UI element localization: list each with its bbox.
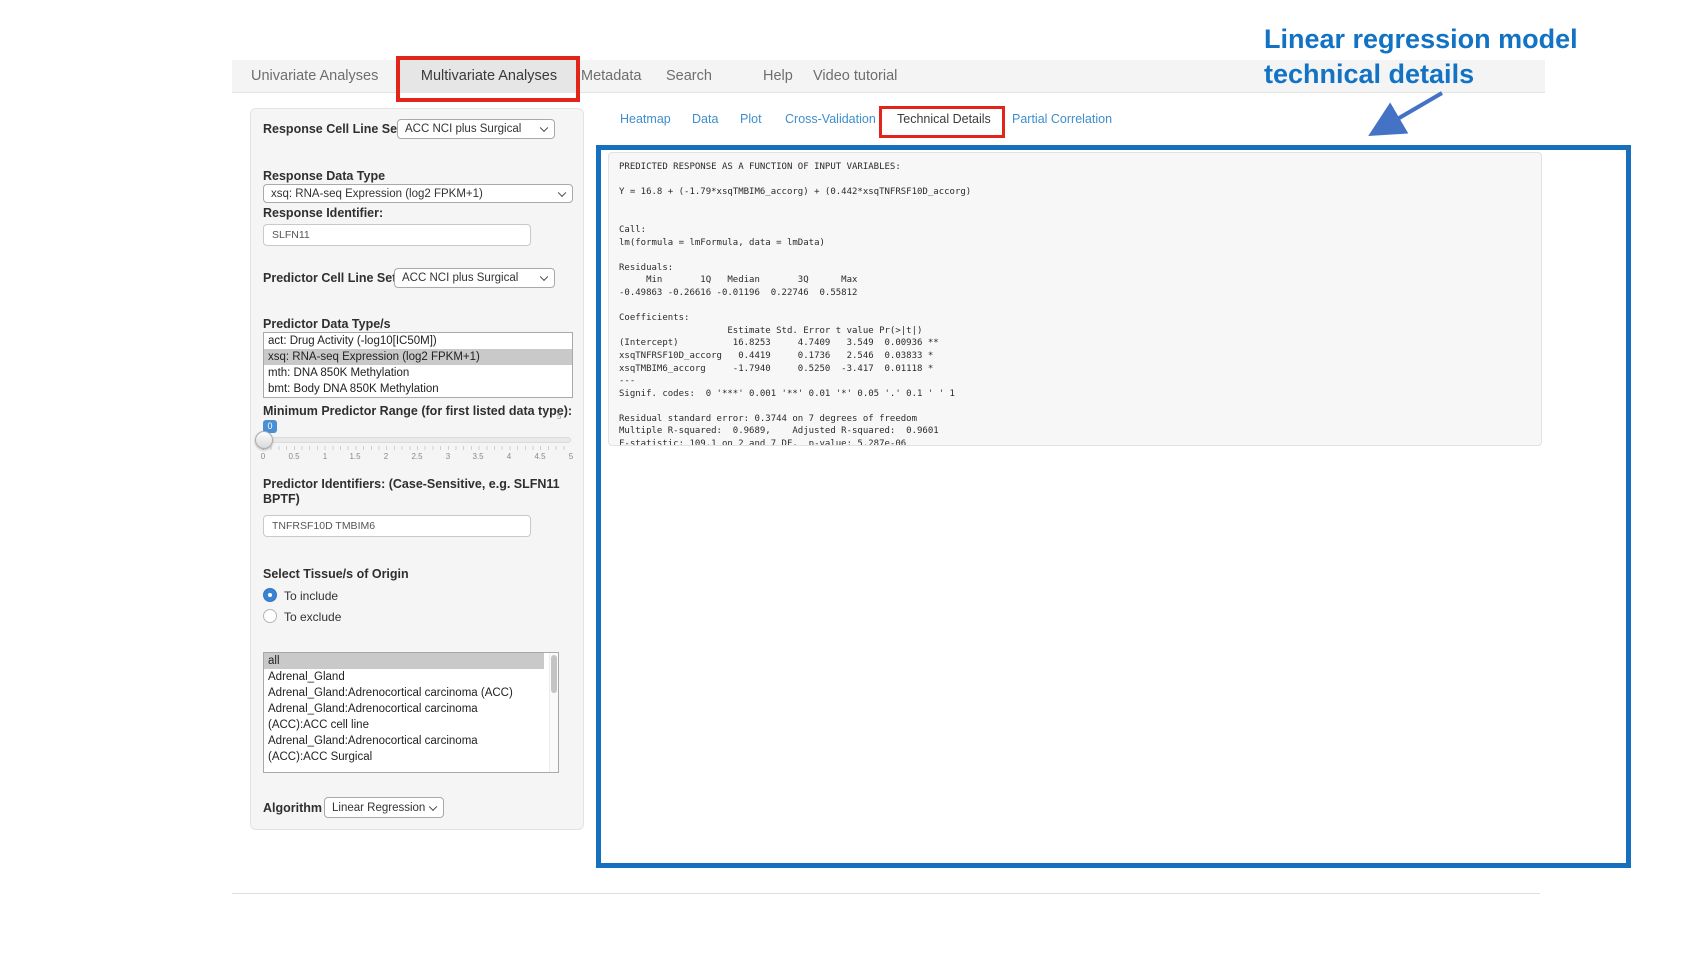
slider-handle[interactable] — [255, 431, 273, 449]
algorithm-select[interactable]: Linear Regression — [324, 797, 444, 818]
slider-tick-label: 3.5 — [470, 452, 486, 461]
predictor-cell-line-set-select[interactable]: ACC NCI plus Surgical — [394, 268, 555, 288]
response-cell-line-set-label: Response Cell Line Set — [263, 122, 401, 137]
scrollbar-thumb[interactable] — [551, 655, 557, 693]
listbox-option[interactable]: Adrenal_Gland — [264, 669, 544, 685]
select-value: ACC NCI plus Surgical — [405, 123, 521, 135]
predictor-data-types-label: Predictor Data Type/s — [263, 317, 391, 332]
chevron-down-icon — [540, 273, 548, 281]
radio-to-include[interactable] — [263, 588, 277, 602]
select-value: Linear Regression — [332, 802, 425, 814]
slider-tick-label: 0 — [255, 452, 271, 461]
listbox-option[interactable]: mth: DNA 850K Methylation — [264, 365, 572, 381]
slider-tick-marks — [263, 446, 571, 450]
slider-tick-label: 4.5 — [532, 452, 548, 461]
nav-item-univariate-analyses[interactable]: Univariate Analyses — [251, 60, 378, 93]
technical-details-highlight-box — [879, 106, 1005, 138]
predictor-identifiers-input[interactable] — [263, 515, 531, 537]
bottom-divider — [232, 893, 1540, 894]
slider-tick-label: 3 — [440, 452, 456, 461]
tab-heatmap[interactable]: Heatmap — [620, 112, 671, 126]
multivariate-highlight-box — [396, 56, 580, 102]
nav-item-video-tutorial[interactable]: Video tutorial — [813, 60, 897, 93]
listbox-option[interactable]: Adrenal_Gland:Adrenocortical carcinoma (… — [264, 733, 544, 765]
sidebar-panel: Response Cell Line Set ACC NCI plus Surg… — [250, 108, 584, 830]
algorithm-label: Algorithm — [263, 801, 322, 816]
slider-tick-label: 4 — [501, 452, 517, 461]
listbox-option[interactable]: act: Drug Activity (-log10[IC50M]) — [264, 333, 572, 349]
response-identifier-label: Response Identifier: — [263, 206, 383, 221]
response-data-type-label: Response Data Type — [263, 169, 385, 184]
slider-max-label: 5 — [557, 412, 561, 421]
slider-tick-label: 1 — [317, 452, 333, 461]
min-predictor-range-label: Minimum Predictor Range (for first liste… — [263, 404, 579, 419]
tissue-origin-label: Select Tissue/s of Origin — [263, 567, 409, 582]
listbox-option-selected[interactable]: all — [264, 653, 544, 669]
slider-tick-label: 2 — [378, 452, 394, 461]
slider-tick-label: 0.5 — [286, 452, 302, 461]
tab-data[interactable]: Data — [692, 112, 718, 126]
radio-to-exclude[interactable] — [263, 609, 277, 623]
annotation-line-2: technical details — [1264, 57, 1684, 92]
predictor-data-types-listbox: act: Drug Activity (-log10[IC50M]) xsq: … — [263, 332, 573, 398]
nav-item-help[interactable]: Help — [763, 60, 793, 93]
tab-plot[interactable]: Plot — [740, 112, 762, 126]
tissue-listbox: all Adrenal_Gland Adrenal_Gland:Adrenoco… — [263, 652, 559, 773]
response-data-type-select[interactable]: xsq: RNA-seq Expression (log2 FPKM+1) — [263, 184, 573, 203]
slider-track[interactable] — [263, 437, 571, 443]
scrollbar-track[interactable] — [549, 653, 558, 772]
response-cell-line-set-select[interactable]: ACC NCI plus Surgical — [397, 119, 555, 139]
nav-item-search[interactable]: Search — [666, 60, 712, 93]
regression-output: PREDICTED RESPONSE AS A FUNCTION OF INPU… — [608, 152, 1542, 446]
predictor-cell-line-set-label: Predictor Cell Line Set — [263, 271, 396, 286]
radio-to-exclude-label[interactable]: To exclude — [284, 610, 341, 624]
predictor-identifiers-label: Predictor Identifiers: (Case-Sensitive, … — [263, 477, 563, 507]
listbox-option-selected[interactable]: xsq: RNA-seq Expression (log2 FPKM+1) — [264, 349, 572, 365]
slider-tick-label: 2.5 — [409, 452, 425, 461]
annotation-arrow-icon — [1366, 88, 1450, 140]
annotation-title: Linear regression model technical detail… — [1264, 22, 1684, 92]
listbox-option[interactable]: bmt: Body DNA 850K Methylation — [264, 381, 572, 397]
select-value: xsq: RNA-seq Expression (log2 FPKM+1) — [271, 188, 483, 200]
radio-selected-dot-icon — [268, 593, 272, 597]
slider-tick-label: 1.5 — [347, 452, 363, 461]
tab-partial-correlation[interactable]: Partial Correlation — [1012, 112, 1112, 126]
chevron-down-icon — [540, 124, 548, 132]
slider-tick-label: 5 — [563, 452, 579, 461]
tab-cross-validation[interactable]: Cross-Validation — [785, 112, 876, 126]
annotation-line-1: Linear regression model — [1264, 22, 1684, 57]
chevron-down-icon — [429, 802, 437, 810]
select-value: ACC NCI plus Surgical — [402, 272, 518, 284]
chevron-down-icon — [558, 188, 566, 196]
listbox-option[interactable]: Adrenal_Gland:Adrenocortical carcinoma (… — [264, 701, 544, 733]
radio-to-include-label[interactable]: To include — [284, 589, 338, 603]
response-identifier-input[interactable] — [263, 224, 531, 246]
app-root: Univariate Analyses Multivariate Analyse… — [0, 0, 1700, 956]
listbox-option[interactable]: Adrenal_Gland:Adrenocortical carcinoma (… — [264, 685, 544, 701]
nav-item-metadata[interactable]: Metadata — [581, 60, 641, 93]
